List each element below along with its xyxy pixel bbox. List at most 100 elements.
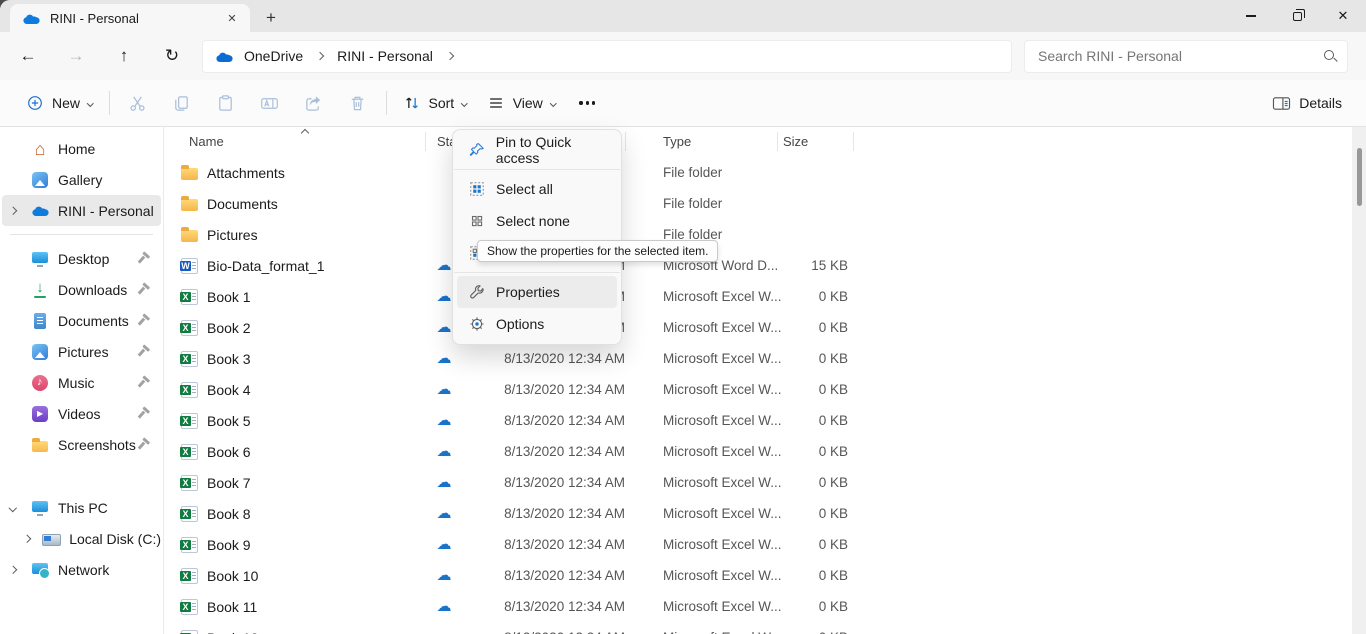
refresh-button[interactable]: ↻ xyxy=(154,39,190,73)
sidebar-item-gallery[interactable]: Gallery xyxy=(2,164,161,195)
file-size: 0 KB xyxy=(754,630,848,634)
sidebar-item-this-pc[interactable]: This PC xyxy=(2,492,161,523)
sidebar-item-pictures[interactable]: Pictures xyxy=(2,336,161,367)
cloud-status-icon: ☁ xyxy=(435,506,453,521)
file-row[interactable]: Attachments File folder xyxy=(164,157,1366,188)
view-icon xyxy=(487,94,505,112)
paste-button[interactable] xyxy=(204,85,248,121)
search-input[interactable] xyxy=(1038,48,1323,64)
file-row[interactable]: Book 11 ☁ 8/13/2020 12:34 AM Microsoft E… xyxy=(164,591,1366,622)
file-row[interactable]: Pictures File folder xyxy=(164,219,1366,250)
file-date-modified: 8/13/2020 12:34 AM xyxy=(494,413,625,428)
sidebar-item-documents[interactable]: Documents xyxy=(2,305,161,336)
explorer-tab[interactable]: RINI - Personal ✕ xyxy=(10,4,250,32)
menu-item-options[interactable]: Options xyxy=(457,308,617,340)
chevron-right-icon[interactable] xyxy=(9,566,17,574)
file-size: 0 KB xyxy=(754,289,848,304)
details-button[interactable]: Details xyxy=(1264,85,1350,121)
vertical-scrollbar[interactable] xyxy=(1352,127,1366,634)
details-pane-icon xyxy=(1272,95,1291,112)
file-size: 0 KB xyxy=(754,568,848,583)
file-row[interactable]: Book 3 ☁ 8/13/2020 12:34 AM Microsoft Ex… xyxy=(164,343,1366,374)
sidebar-item-onedrive[interactable]: RINI - Personal xyxy=(2,195,161,226)
see-more-button[interactable] xyxy=(565,85,609,121)
file-type-icon xyxy=(181,506,198,522)
file-row[interactable]: Book 2 ☁ 8/13/2020 12:34 AM Microsoft Ex… xyxy=(164,312,1366,343)
sort-button[interactable]: Sort xyxy=(393,85,477,121)
column-separator[interactable] xyxy=(625,132,626,151)
file-row[interactable]: Book 6 ☁ 8/13/2020 12:34 AM Microsoft Ex… xyxy=(164,436,1366,467)
this-pc-icon xyxy=(30,498,50,518)
cloud-status-icon: ☁ xyxy=(435,258,453,273)
share-button[interactable] xyxy=(292,85,336,121)
chevron-right-icon[interactable] xyxy=(23,535,31,543)
column-header-size[interactable]: Size xyxy=(783,134,808,149)
view-button[interactable]: View xyxy=(477,85,566,121)
column-header-name[interactable]: Name xyxy=(189,134,224,149)
file-row[interactable]: Book 12 ☁ 8/13/2020 12:34 AM Microsoft E… xyxy=(164,622,1366,634)
column-separator[interactable] xyxy=(777,132,778,151)
file-row[interactable]: Book 7 ☁ 8/13/2020 12:34 AM Microsoft Ex… xyxy=(164,467,1366,498)
file-row[interactable]: Book 5 ☁ 8/13/2020 12:34 AM Microsoft Ex… xyxy=(164,405,1366,436)
file-row[interactable]: Book 1 ☁ 8/13/2020 12:34 AM Microsoft Ex… xyxy=(164,281,1366,312)
chevron-down-icon xyxy=(550,100,556,106)
file-row[interactable]: Book 4 ☁ 8/13/2020 12:34 AM Microsoft Ex… xyxy=(164,374,1366,405)
sidebar-item-network[interactable]: Network xyxy=(2,554,161,585)
breadcrumb-current[interactable]: RINI - Personal xyxy=(333,48,437,64)
column-separator[interactable] xyxy=(425,132,426,151)
file-name: Book 12 xyxy=(207,630,258,634)
address-bar[interactable]: OneDrive RINI - Personal xyxy=(202,40,1012,73)
sort-button-label: Sort xyxy=(429,95,455,111)
breadcrumb-onedrive[interactable]: OneDrive xyxy=(240,48,307,64)
menu-item-select-all[interactable]: Select all xyxy=(457,173,617,205)
disk-icon xyxy=(41,529,61,549)
scrollbar-thumb[interactable] xyxy=(1357,148,1362,206)
breadcrumb-chevron-icon xyxy=(446,52,454,60)
file-size: 0 KB xyxy=(754,599,848,614)
new-tab-button[interactable]: + xyxy=(258,6,284,30)
file-row[interactable]: Book 10 ☁ 8/13/2020 12:34 AM Microsoft E… xyxy=(164,560,1366,591)
chevron-right-icon[interactable] xyxy=(9,207,17,215)
title-bar: RINI - Personal ✕ + ✕ xyxy=(0,0,1366,32)
sidebar-item-screenshots[interactable]: Screenshots xyxy=(2,429,161,460)
file-type-icon xyxy=(181,630,198,634)
window-controls: ✕ xyxy=(1228,0,1366,32)
delete-button[interactable] xyxy=(336,85,380,121)
search-icon xyxy=(1323,49,1337,63)
cloud-status-icon: ☁ xyxy=(435,537,453,552)
restore-button[interactable] xyxy=(1274,0,1320,32)
menu-item-properties[interactable]: Properties xyxy=(457,276,617,308)
sidebar-item-desktop[interactable]: Desktop xyxy=(2,243,161,274)
rename-button[interactable] xyxy=(248,85,292,121)
file-row[interactable]: Documents File folder xyxy=(164,188,1366,219)
copy-button[interactable] xyxy=(160,85,204,121)
toolbar-separator xyxy=(109,91,110,115)
column-separator[interactable] xyxy=(853,132,854,151)
sidebar-item-local-disk[interactable]: Local Disk (C:) xyxy=(2,523,161,554)
file-row[interactable]: Bio-Data_format_1 ☁ 8/13/2020 12:34 AM M… xyxy=(164,250,1366,281)
column-header-type[interactable]: Type xyxy=(663,134,691,149)
close-button[interactable]: ✕ xyxy=(1320,0,1366,32)
cut-icon xyxy=(128,94,147,113)
new-button[interactable]: New xyxy=(16,85,103,121)
chevron-down-icon xyxy=(87,100,93,106)
chevron-down-icon[interactable] xyxy=(9,504,17,512)
file-row[interactable]: Book 9 ☁ 8/13/2020 12:34 AM Microsoft Ex… xyxy=(164,529,1366,560)
documents-icon xyxy=(30,311,50,331)
forward-button[interactable]: → xyxy=(58,39,94,73)
sidebar-item-videos[interactable]: Videos xyxy=(2,398,161,429)
menu-item-pin-to-quick-access[interactable]: Pin to Quick access xyxy=(457,134,617,166)
sidebar-item-music[interactable]: Music xyxy=(2,367,161,398)
up-button[interactable]: ↑ xyxy=(106,39,142,73)
sidebar-item-downloads[interactable]: Downloads xyxy=(2,274,161,305)
back-button[interactable]: ← xyxy=(10,39,46,73)
downloads-icon xyxy=(30,280,50,300)
minimize-button[interactable] xyxy=(1228,0,1274,32)
sidebar-item-home[interactable]: Home xyxy=(2,133,161,164)
file-row[interactable]: Book 8 ☁ 8/13/2020 12:34 AM Microsoft Ex… xyxy=(164,498,1366,529)
cut-button[interactable] xyxy=(116,85,160,121)
search-box[interactable] xyxy=(1024,40,1348,73)
tab-close-icon[interactable]: ✕ xyxy=(222,8,242,28)
file-type-icon xyxy=(181,168,198,180)
menu-item-select-none[interactable]: Select none xyxy=(457,205,617,237)
